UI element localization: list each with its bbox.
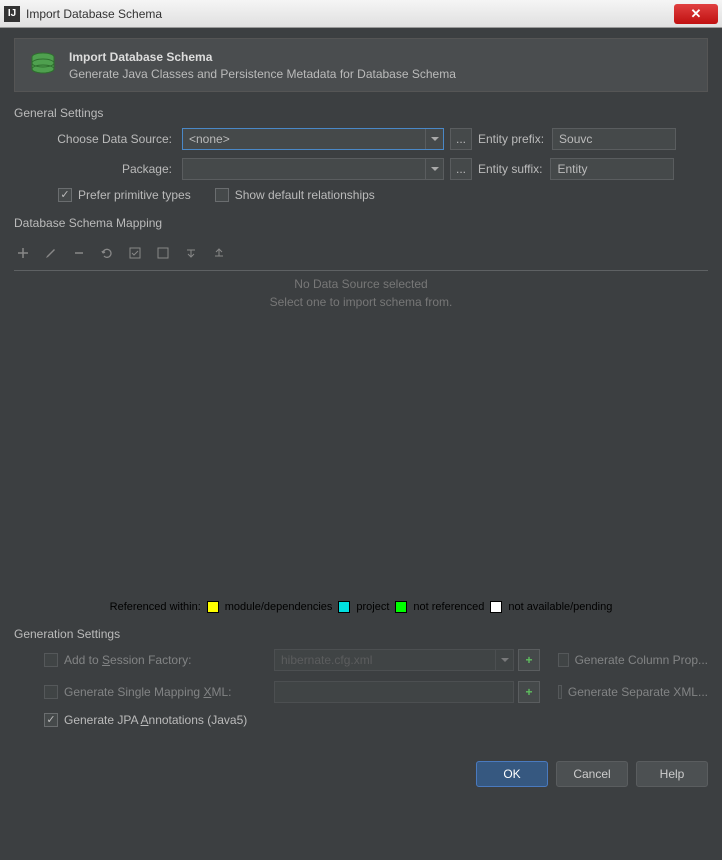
- package-input[interactable]: [183, 159, 425, 179]
- separate-xml-label: Generate Separate XML...: [568, 685, 708, 699]
- entity-prefix-input[interactable]: [552, 128, 676, 150]
- package-label: Package:: [42, 162, 182, 176]
- titlebar: IJ Import Database Schema ✕: [0, 0, 722, 28]
- chevron-down-icon[interactable]: [425, 159, 443, 179]
- database-icon: [27, 49, 59, 81]
- show-default-rel-label: Show default relationships: [235, 188, 375, 202]
- select-all-icon[interactable]: [126, 244, 144, 262]
- remove-icon[interactable]: [70, 244, 88, 262]
- legend-swatch-white: [490, 601, 502, 613]
- data-source-browse-button[interactable]: ...: [450, 128, 472, 150]
- schema-area: No Data Source selected Select one to im…: [14, 271, 708, 601]
- show-default-rel-checkbox[interactable]: Show default relationships: [215, 188, 375, 202]
- chevron-down-icon[interactable]: [495, 650, 513, 670]
- dialog-banner: Import Database Schema Generate Java Cla…: [14, 38, 708, 92]
- window-title: Import Database Schema: [26, 7, 674, 21]
- checkbox-icon: [44, 713, 58, 727]
- legend-swatch-green: [395, 601, 407, 613]
- legend-prefix: Referenced within:: [110, 601, 201, 613]
- data-source-combo[interactable]: [182, 128, 444, 150]
- package-browse-button[interactable]: ...: [450, 158, 472, 180]
- generation-settings-label: Generation Settings: [14, 627, 708, 641]
- legend: Referenced within: module/dependencies p…: [14, 601, 708, 613]
- prefer-primitive-checkbox[interactable]: Prefer primitive types: [58, 188, 191, 202]
- data-source-input[interactable]: [183, 129, 425, 149]
- dialog-button-bar: OK Cancel Help: [0, 747, 722, 801]
- legend-label-2: not referenced: [413, 601, 484, 613]
- app-icon: IJ: [4, 6, 20, 22]
- deselect-all-icon[interactable]: [154, 244, 172, 262]
- add-session-plus-button[interactable]: +: [518, 649, 540, 671]
- separate-xml-checkbox[interactable]: Generate Separate XML...: [558, 685, 708, 699]
- checkbox-icon: [44, 653, 58, 667]
- checkbox-icon: [215, 188, 229, 202]
- edit-icon[interactable]: [42, 244, 60, 262]
- close-button[interactable]: ✕: [674, 4, 718, 24]
- legend-swatch-yellow: [207, 601, 219, 613]
- add-icon[interactable]: [14, 244, 32, 262]
- single-xml-label: Generate Single Mapping XML:: [64, 685, 231, 699]
- checkbox-icon: [558, 653, 569, 667]
- single-xml-input[interactable]: [274, 681, 514, 703]
- generate-column-prop-label: Generate Column Prop...: [575, 653, 708, 667]
- jpa-annotations-checkbox[interactable]: Generate JPA Annotations (Java5): [44, 713, 274, 727]
- entity-suffix-input[interactable]: [550, 158, 674, 180]
- entity-suffix-label: Entity suffix:: [478, 162, 550, 176]
- checkbox-icon: [558, 685, 562, 699]
- cancel-button[interactable]: Cancel: [556, 761, 628, 787]
- data-source-label: Choose Data Source:: [42, 132, 182, 146]
- session-factory-input[interactable]: [275, 650, 495, 670]
- ok-button[interactable]: OK: [476, 761, 548, 787]
- schema-toolbar: [14, 238, 708, 268]
- help-button[interactable]: Help: [636, 761, 708, 787]
- package-combo[interactable]: [182, 158, 444, 180]
- legend-swatch-cyan: [338, 601, 350, 613]
- generate-column-prop-checkbox[interactable]: Generate Column Prop...: [558, 653, 708, 667]
- checkbox-icon: [44, 685, 58, 699]
- collapse-all-icon[interactable]: [210, 244, 228, 262]
- banner-subtitle: Generate Java Classes and Persistence Me…: [69, 67, 456, 81]
- legend-label-0: module/dependencies: [225, 601, 333, 613]
- banner-title: Import Database Schema: [69, 50, 456, 64]
- legend-label-1: project: [356, 601, 389, 613]
- entity-prefix-label: Entity prefix:: [478, 132, 552, 146]
- add-session-label: Add to Session Factory:: [64, 653, 191, 667]
- add-session-checkbox[interactable]: Add to Session Factory:: [44, 653, 274, 667]
- general-settings-label: General Settings: [14, 106, 708, 120]
- placeholder-line2: Select one to import schema from.: [14, 293, 708, 311]
- prefer-primitive-label: Prefer primitive types: [78, 188, 191, 202]
- placeholder-line1: No Data Source selected: [14, 275, 708, 293]
- chevron-down-icon[interactable]: [425, 129, 443, 149]
- schema-mapping-label: Database Schema Mapping: [14, 216, 708, 230]
- refresh-icon[interactable]: [98, 244, 116, 262]
- checkbox-icon: [58, 188, 72, 202]
- expand-all-icon[interactable]: [182, 244, 200, 262]
- session-factory-combo[interactable]: [274, 649, 514, 671]
- single-xml-checkbox[interactable]: Generate Single Mapping XML:: [44, 685, 274, 699]
- single-xml-plus-button[interactable]: +: [518, 681, 540, 703]
- jpa-annotations-label: Generate JPA Annotations (Java5): [64, 713, 247, 727]
- legend-label-3: not available/pending: [508, 601, 612, 613]
